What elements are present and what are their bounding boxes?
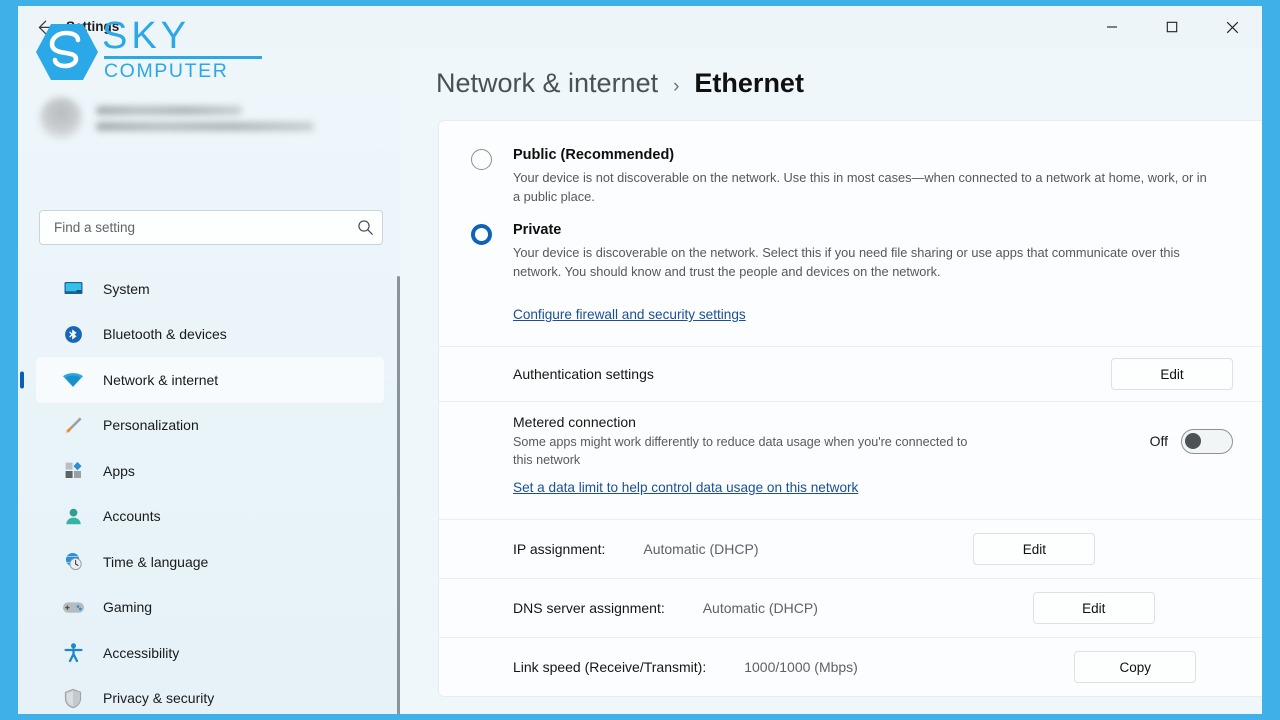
sidebar-item-label: Apps (103, 462, 135, 479)
clock-globe-icon (60, 549, 86, 575)
dns-assignment-edit-button[interactable]: Edit (1032, 592, 1155, 624)
metered-connection-block: Metered connection Some apps might work … (439, 402, 1262, 519)
metered-connection-row: Metered connection Some apps might work … (439, 402, 1262, 480)
window-controls (1082, 6, 1262, 48)
link-speed-copy-button[interactable]: Copy (1074, 651, 1197, 683)
network-profile-section: Public (Recommended) Your device is not … (439, 121, 1262, 346)
person-icon (60, 503, 86, 529)
wifi-icon (60, 367, 86, 393)
metered-toggle-group[interactable]: Off (1149, 428, 1233, 454)
sidebar-item-gaming[interactable]: Gaming (36, 585, 384, 631)
title-bar: Settings (18, 6, 1262, 48)
sidebar-item-network-internet[interactable]: Network & internet (36, 357, 384, 403)
ip-assignment-row: IP assignment: Automatic (DHCP) Edit (439, 520, 1262, 578)
page-title: Ethernet (694, 68, 804, 98)
radio-public-title: Public (Recommended) (513, 147, 675, 163)
sidebar: System Bluetooth & devices (18, 48, 400, 714)
search-input[interactable] (40, 220, 348, 235)
sidebar-item-label: Network & internet (103, 371, 219, 388)
metered-toggle[interactable] (1181, 428, 1233, 454)
toggle-knob (1185, 433, 1201, 449)
sidebar-nav: System Bluetooth & devices Network & int… (18, 266, 400, 714)
sidebar-item-label: System (103, 280, 150, 297)
ip-assignment-edit-button[interactable]: Edit (973, 533, 1096, 565)
account-text-redacted (96, 105, 314, 131)
account-name-blurred (96, 105, 242, 115)
avatar (40, 97, 82, 139)
chevron-right-icon: › (673, 76, 680, 97)
sidebar-item-label: Accounts (103, 508, 161, 525)
link-speed-row: Link speed (Receive/Transmit): 1000/1000… (439, 638, 1262, 696)
sidebar-item-label: Personalization (103, 417, 199, 434)
radio-option-public[interactable]: Public (Recommended) Your device is not … (471, 147, 1233, 206)
sidebar-item-label: Accessibility (103, 644, 180, 661)
metered-description: Some apps might work differently to redu… (513, 434, 968, 467)
authentication-label: Authentication settings (513, 366, 654, 382)
dns-assignment-label: DNS server assignment: (513, 600, 665, 616)
authentication-edit-button[interactable]: Edit (1111, 358, 1233, 390)
sidebar-item-accounts[interactable]: Accounts (36, 494, 384, 540)
settings-window: Settings Find a setting System Bluetooth… (18, 6, 1262, 714)
sidebar-item-personalization[interactable]: Personalization (36, 403, 384, 449)
dns-assignment-value: Automatic (DHCP) (702, 600, 818, 616)
link-speed-label: Link speed (Receive/Transmit): (513, 659, 707, 675)
sidebar-item-time-language[interactable]: Time & language (36, 539, 384, 585)
ip-assignment-label: IP assignment: (513, 541, 606, 557)
minimize-icon[interactable] (1082, 6, 1142, 48)
sidebar-item-bluetooth-devices[interactable]: Bluetooth & devices (36, 312, 384, 358)
search-icon (348, 211, 382, 244)
sidebar-item-accessibility[interactable]: Accessibility (36, 630, 384, 676)
dns-assignment-row: DNS server assignment: Automatic (DHCP) … (439, 579, 1262, 637)
sidebar-item-label: Privacy & security (103, 690, 215, 707)
link-speed-value: 1000/1000 (Mbps) (744, 659, 858, 675)
sidebar-item-privacy-security[interactable]: Privacy & security (36, 676, 384, 715)
accessibility-person-icon (60, 640, 86, 666)
back-arrow-icon[interactable] (32, 12, 62, 42)
sidebar-item-system[interactable]: System (36, 266, 384, 312)
account-card[interactable] (40, 90, 370, 146)
paintbrush-icon (60, 412, 86, 438)
radio-public-icon[interactable] (471, 149, 492, 170)
data-limit-link[interactable]: Set a data limit to help control data us… (439, 480, 1262, 515)
monitor-icon (60, 276, 86, 302)
maximize-icon[interactable] (1142, 6, 1202, 48)
authentication-settings-row: Authentication settings Edit (439, 347, 1262, 401)
settings-cards: Public (Recommended) Your device is not … (438, 120, 1262, 697)
search-box[interactable] (39, 210, 383, 245)
radio-private-description: Your device is discoverable on the netwo… (513, 245, 1180, 279)
account-email-blurred (96, 121, 314, 131)
radio-option-private[interactable]: Private Your device is discoverable on t… (471, 222, 1233, 281)
ip-assignment-value: Automatic (DHCP) (643, 541, 759, 557)
sidebar-item-label: Gaming (103, 599, 153, 616)
shield-icon (60, 685, 86, 711)
breadcrumb: Network & internet › Ethernet (436, 68, 804, 99)
bluetooth-icon (60, 321, 86, 347)
sidebar-item-apps[interactable]: Apps (36, 448, 384, 494)
main-content: Network & internet › Ethernet Public (Re… (400, 48, 1262, 714)
sidebar-item-label: Time & language (103, 553, 209, 570)
configure-firewall-link[interactable]: Configure firewall and security settings (513, 307, 746, 322)
metered-toggle-state: Off (1149, 433, 1168, 449)
metered-label: Metered connection (513, 413, 636, 430)
sidebar-item-label: Bluetooth & devices (103, 326, 227, 343)
app-title: Settings (66, 19, 120, 34)
radio-private-title: Private (513, 222, 562, 238)
gamepad-icon (60, 594, 86, 620)
radio-public-description: Your device is not discoverable on the n… (513, 170, 1207, 204)
breadcrumb-root[interactable]: Network & internet (436, 68, 658, 99)
apps-grid-icon (60, 458, 86, 484)
close-icon[interactable] (1202, 6, 1262, 48)
radio-private-icon[interactable] (471, 224, 492, 245)
screen: Settings Find a setting System Bluetooth… (0, 0, 1280, 720)
